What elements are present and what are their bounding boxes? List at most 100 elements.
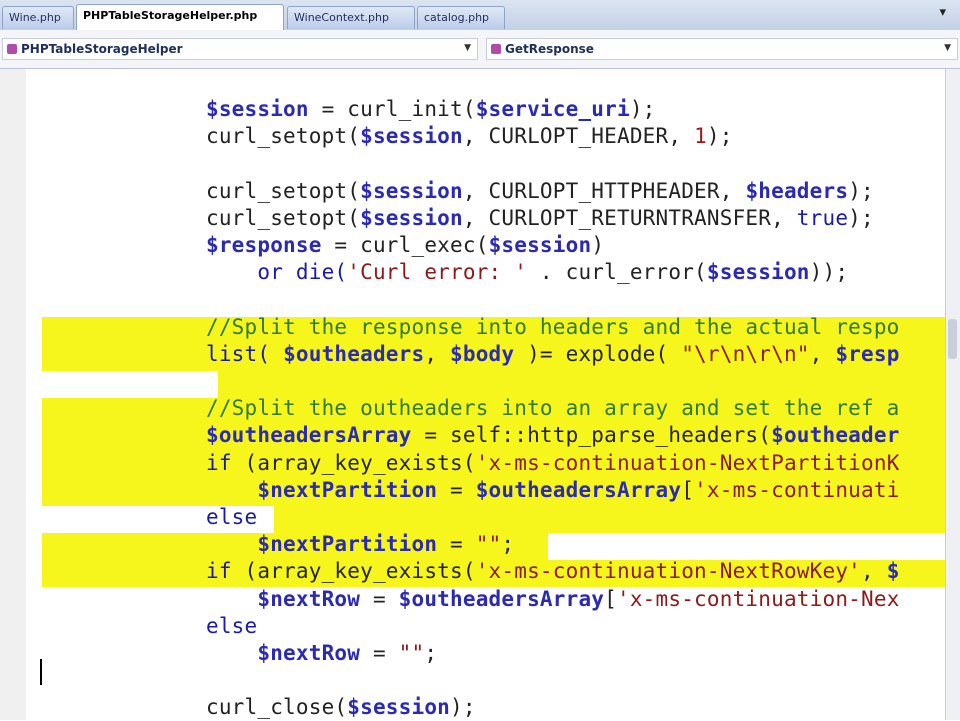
code-token: = — [308, 97, 348, 121]
highlight-block — [218, 371, 946, 398]
member-dropdown[interactable]: GetResponse ▼ — [486, 38, 958, 60]
code-token: curl_init( — [347, 97, 476, 121]
text-caret — [40, 659, 42, 685]
code-token: 'x-ms-continuation-NextPartitionK — [475, 450, 900, 475]
indicator-margin — [0, 69, 27, 720]
code-token: $session — [347, 695, 451, 720]
code-token: = — [360, 641, 399, 665]
code-token: = curl_exec( — [321, 233, 489, 257]
code-token: "\r\n\r\n" — [681, 341, 810, 366]
code-line[interactable]: $outheadersArray = self::http_parse_head… — [206, 422, 900, 449]
code-line[interactable]: $nextPartition = ""; — [206, 531, 514, 558]
code-token: 'x-ms-continuation-Nex — [617, 586, 900, 611]
code-token: ); — [848, 205, 874, 230]
code-token: (array_key_exists( — [244, 450, 476, 475]
document-tab-bar: Wine.php PHPTableStorageHelper.php WineC… — [0, 0, 960, 31]
code-token: = — [360, 586, 399, 611]
code-token: $outheader — [771, 423, 900, 448]
code-token: 1 — [694, 124, 707, 149]
code-token: = — [437, 532, 476, 557]
code-token: ); — [706, 124, 733, 149]
code-token: curl_setopt( — [206, 124, 361, 149]
code-token: $nextPartition — [257, 477, 438, 502]
method-icon — [491, 44, 501, 54]
tab-winecontext-php[interactable]: WineContext.php — [287, 6, 415, 29]
selection-margin — [26, 69, 30, 720]
code-token: $nextRow — [257, 641, 361, 665]
code-token: , — [424, 341, 451, 366]
code-token: $outheadersArray — [475, 477, 682, 502]
code-token: $response — [206, 233, 322, 257]
code-token: $session — [360, 205, 463, 230]
code-token: ); — [848, 178, 874, 203]
code-token: 'Curl error: ' — [347, 260, 528, 285]
code-token: . curl_error( — [527, 260, 707, 285]
code-line[interactable]: $session = curl_init($service_uri); — [206, 96, 656, 123]
code-token: ) — [591, 233, 605, 257]
code-token: $session — [706, 260, 810, 285]
code-line[interactable]: curl_setopt($session, CURLOPT_HEADER, 1)… — [206, 123, 733, 150]
code-token: = — [437, 477, 476, 502]
code-token: , — [861, 559, 887, 584]
code-line[interactable]: if (array_key_exists('x-ms-continuation-… — [206, 450, 900, 477]
code-token: (array_key_exists( — [244, 559, 476, 584]
code-token: if — [206, 559, 245, 584]
code-editor[interactable]: $session = curl_init($service_uri); curl_… — [0, 69, 960, 720]
code-token: , CURLOPT_HEADER, — [462, 124, 695, 149]
code-line[interactable]: $response = curl_exec($session) — [206, 232, 604, 259]
code-token: //Split the outheaders into an array and… — [206, 396, 900, 421]
code-token: ); — [629, 97, 656, 121]
vertical-scrollbar[interactable] — [945, 69, 960, 720]
chevron-down-icon[interactable]: ▾ — [939, 5, 946, 20]
code-token: $session — [360, 178, 463, 203]
class-dropdown[interactable]: PHPTableStorageHelper ▼ — [2, 38, 478, 60]
code-token: ; — [501, 532, 515, 557]
highlight-block — [274, 506, 946, 533]
code-token: $service_uri — [475, 97, 630, 121]
code-token: 'x-ms-continuati — [694, 477, 900, 502]
member-dropdown-value: GetResponse — [505, 42, 594, 56]
code-token: $outheadersArray — [206, 423, 412, 448]
code-token: $headers — [745, 178, 849, 203]
code-line[interactable]: curl_close($session); — [206, 694, 476, 721]
code-token: )); — [809, 260, 849, 285]
code-line[interactable]: else — [206, 504, 257, 531]
code-token: = self::http_parse_headers( — [411, 423, 772, 448]
code-line[interactable]: $nextPartition = $outheadersArray['x-ms-… — [206, 477, 900, 504]
code-line[interactable]: else — [206, 613, 257, 640]
tab-catalog-php[interactable]: catalog.php — [417, 6, 505, 29]
class-icon — [7, 44, 17, 54]
code-token: curl_setopt( — [206, 178, 361, 203]
code-line[interactable]: $nextRow = $outheadersArray['x-ms-contin… — [206, 586, 900, 613]
tab-phptablestoragehelper-php[interactable]: PHPTableStorageHelper.php — [76, 4, 284, 30]
code-token: $nextRow — [257, 586, 361, 611]
code-token: $session — [360, 124, 463, 149]
code-token: //Split the response into headers and th… — [206, 314, 900, 339]
code-token: or — [206, 260, 296, 285]
code-token: "" — [475, 532, 502, 557]
code-line[interactable]: //Split the outheaders into an array and… — [206, 395, 900, 422]
code-token: 'x-ms-continuation-NextRowKey' — [475, 559, 862, 584]
code-token: $session — [206, 97, 309, 121]
scrollbar-thumb[interactable] — [948, 319, 957, 359]
code-token: $session — [488, 233, 592, 257]
code-token: ; — [424, 641, 438, 665]
tab-wine-php[interactable]: Wine.php — [2, 6, 74, 29]
code-line[interactable]: curl_setopt($session, CURLOPT_HTTPHEADER… — [206, 178, 874, 205]
code-line[interactable]: list( $outheaders, $body )= explode( "\r… — [206, 341, 900, 368]
code-token: curl_close( — [206, 695, 348, 720]
code-token: )= explode( — [514, 341, 682, 366]
code-line[interactable]: //Split the response into headers and th… — [206, 314, 900, 341]
code-token: [ — [604, 586, 617, 611]
code-token: ); — [450, 695, 476, 720]
code-line[interactable]: $nextRow = ""; — [206, 640, 437, 667]
code-line[interactable]: if (array_key_exists('x-ms-continuation-… — [206, 558, 900, 585]
chevron-down-icon: ▼ — [944, 43, 951, 53]
code-line[interactable]: or die('Curl error: ' . curl_error($sess… — [206, 259, 848, 286]
code-line[interactable]: curl_setopt($session, CURLOPT_RETURNTRAN… — [206, 205, 874, 232]
code-token: , CURLOPT_RETURNTRANSFER, — [462, 205, 797, 230]
